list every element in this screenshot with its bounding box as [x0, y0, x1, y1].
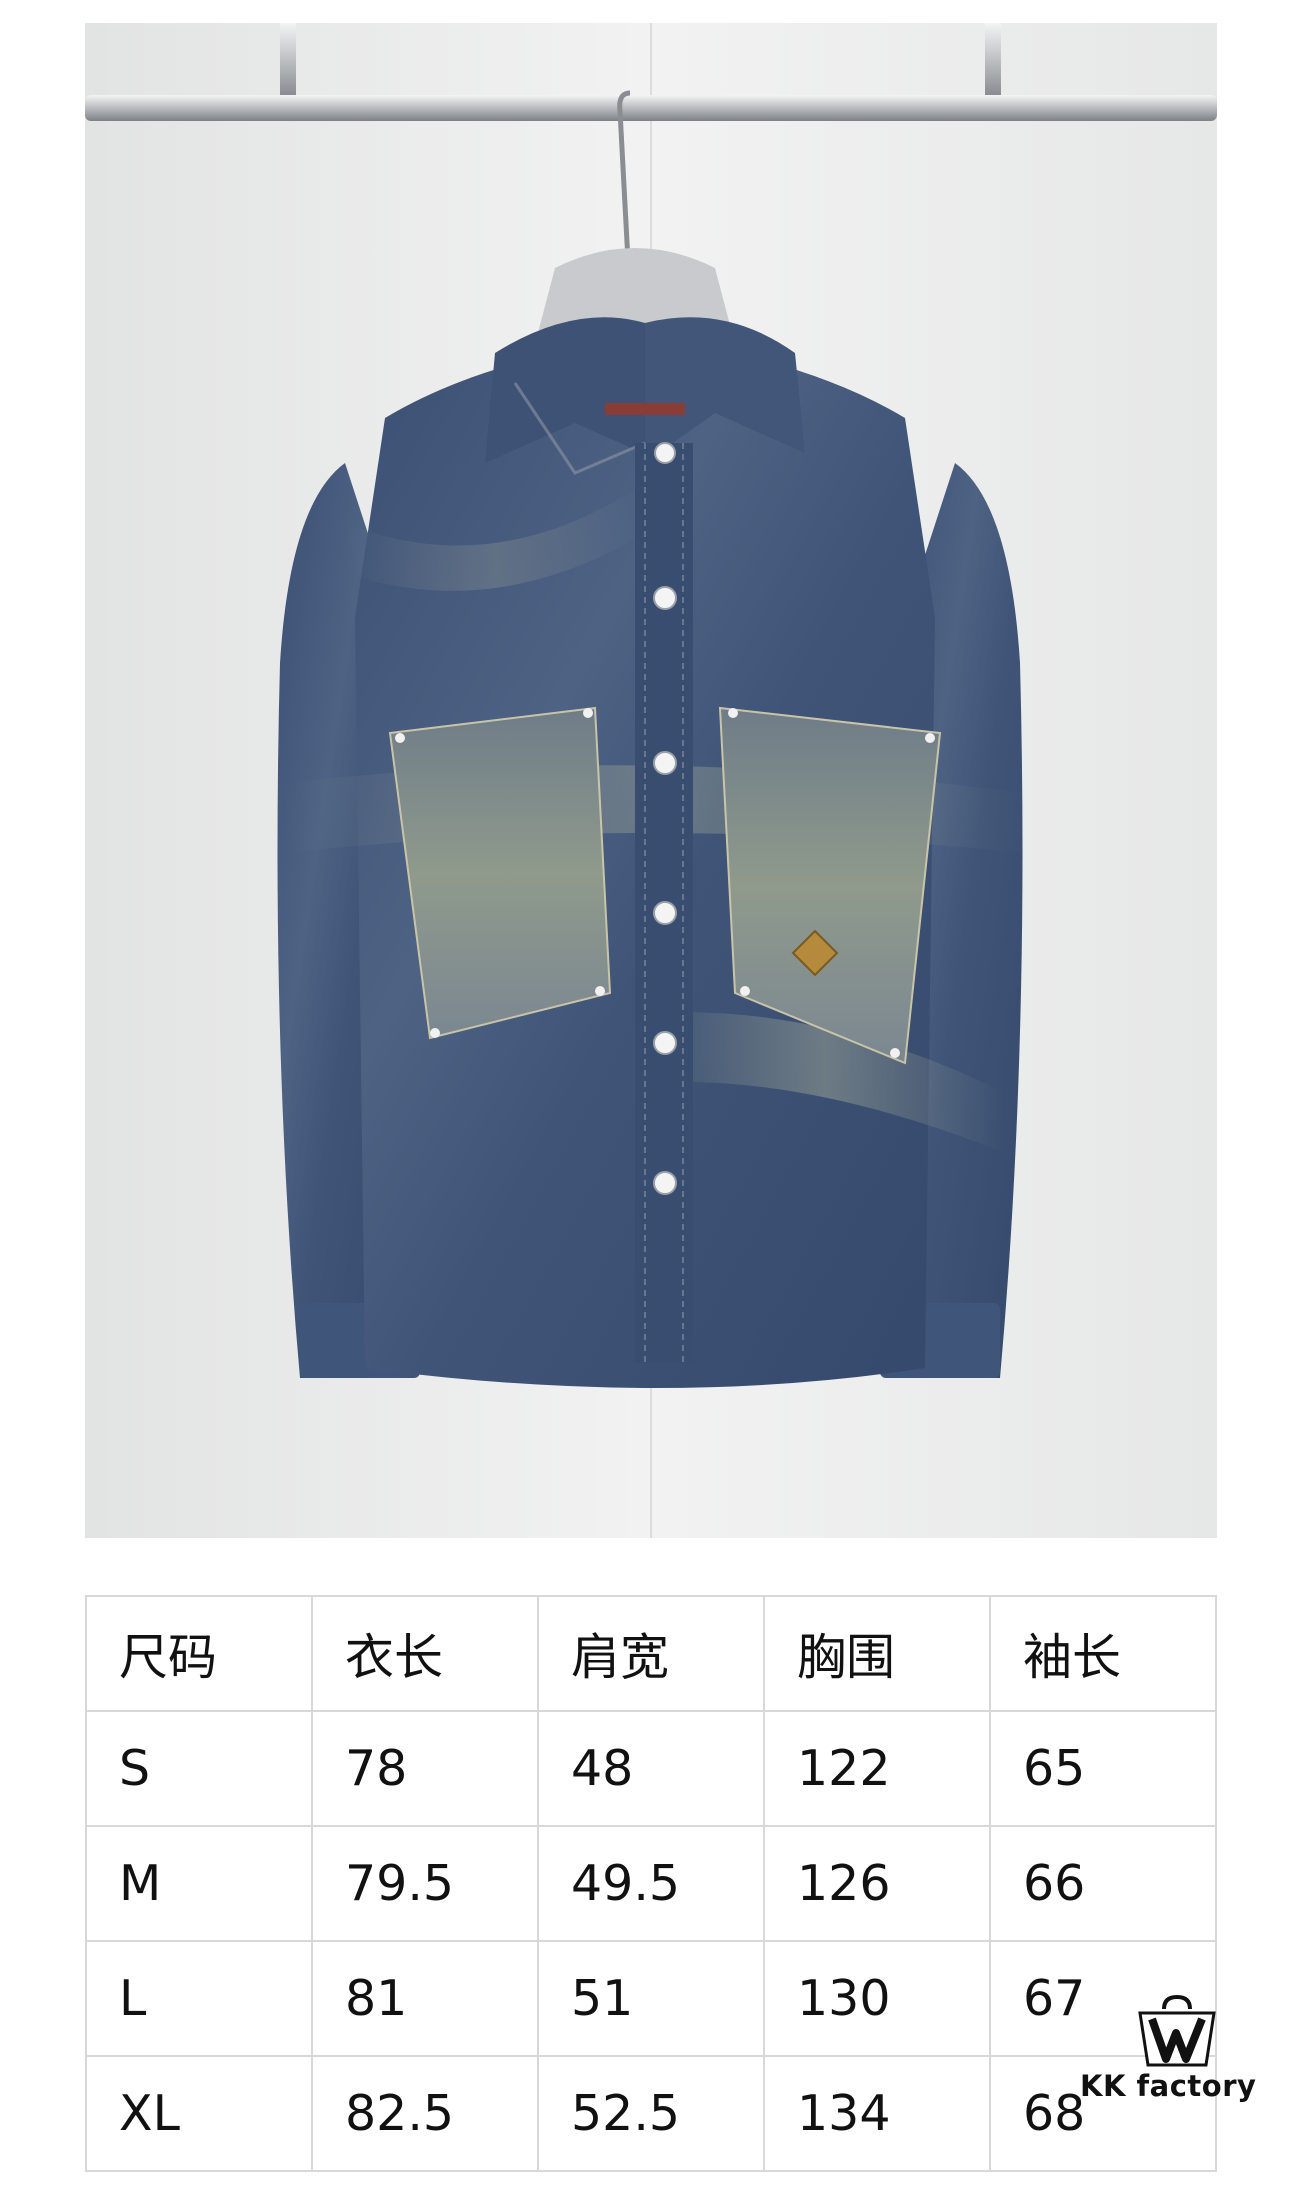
cell-chest: 134 — [763, 2055, 991, 2172]
header-sleeve: 袖长 — [989, 1595, 1217, 1712]
cell-length: 79.5 — [311, 1825, 539, 1942]
table-row: XL 82.5 52.5 134 68 — [85, 2055, 1217, 2172]
header-shoulder: 肩宽 — [537, 1595, 765, 1712]
cell-size: M — [85, 1825, 313, 1942]
table-row: L 81 51 130 67 — [85, 1940, 1217, 2057]
cell-sleeve: 65 — [989, 1710, 1217, 1827]
table-header-row: 尺码 衣长 肩宽 胸围 袖长 — [85, 1595, 1217, 1712]
cell-shoulder: 52.5 — [537, 2055, 765, 2172]
table-row: M 79.5 49.5 126 66 — [85, 1825, 1217, 1942]
header-chest: 胸围 — [763, 1595, 991, 1712]
cell-size: S — [85, 1710, 313, 1827]
cell-length: 81 — [311, 1940, 539, 2057]
size-chart-table: 尺码 衣长 肩宽 胸围 袖长 S 78 48 122 65 M 79.5 49.… — [85, 1595, 1217, 2172]
cell-length: 78 — [311, 1710, 539, 1827]
product-photo — [85, 23, 1217, 1538]
cell-chest: 130 — [763, 1940, 991, 2057]
cell-sleeve: 66 — [989, 1825, 1217, 1942]
cell-chest: 126 — [763, 1825, 991, 1942]
shopping-bag-icon — [1138, 1995, 1216, 2067]
table-row: S 78 48 122 65 — [85, 1710, 1217, 1827]
cell-length: 82.5 — [311, 2055, 539, 2172]
cell-chest: 122 — [763, 1710, 991, 1827]
cell-shoulder: 48 — [537, 1710, 765, 1827]
cell-shoulder: 51 — [537, 1940, 765, 2057]
denim-jacket-image — [85, 23, 1217, 1538]
header-size: 尺码 — [85, 1595, 313, 1712]
watermark: KK factory — [1080, 1995, 1260, 2115]
watermark-text: KK factory — [1080, 2069, 1257, 2103]
cell-shoulder: 49.5 — [537, 1825, 765, 1942]
cell-size: L — [85, 1940, 313, 2057]
header-length: 衣长 — [311, 1595, 539, 1712]
cell-size: XL — [85, 2055, 313, 2172]
